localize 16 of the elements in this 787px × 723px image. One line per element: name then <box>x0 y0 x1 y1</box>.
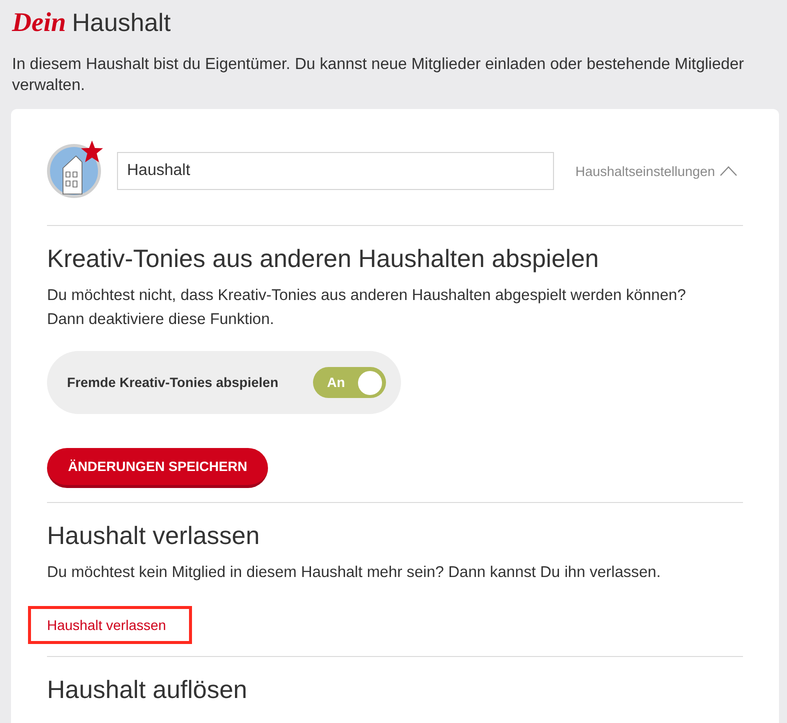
section-heading: Haushalt verlassen <box>47 521 261 551</box>
section-heading: Haushalt auflösen <box>47 675 248 705</box>
settings-toggle[interactable]: Haushaltseinstellungen <box>575 162 737 180</box>
page-title: Haushalt <box>72 8 171 38</box>
section-text: Du möchtest nicht, dass Kreativ-Tonies aus anderen Haushalten abgespielt werden können? Dann deaktiviere diese Funktion. <box>47 286 687 330</box>
setting-label: Fremde Kreativ-Tonies abspielen <box>67 375 278 390</box>
section-text: Du möchtest kein Mitglied in diesem Haushalt mehr sein? Dann kannst Du ihn verlassen. <box>47 563 662 583</box>
section-heading: Kreativ-Tonies aus anderen Haushalten abspielen <box>47 244 600 274</box>
star-icon <box>80 140 104 163</box>
save-button[interactable]: ÄNDERUNGEN SPEICHERN <box>47 448 268 488</box>
title-accent: Dein <box>12 7 66 37</box>
leave-household-link[interactable]: Haushalt verlassen <box>47 617 166 633</box>
toggle-knob-icon <box>358 370 382 394</box>
household-name-field[interactable]: Haushalt <box>117 152 554 190</box>
house-avatar-icon <box>47 144 101 198</box>
intro-text: In diesem Haushalt bist du Eigentümer. Du kannst neue Mitglieder einladen oder bestehende Mitglieder verwalten. <box>12 55 745 96</box>
